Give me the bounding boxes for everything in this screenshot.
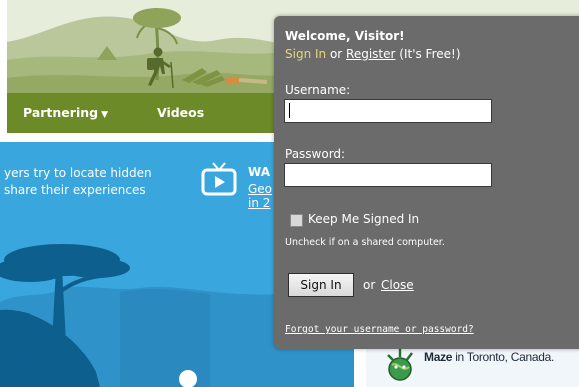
- hero-text-line: yers try to locate hidden: [4, 166, 152, 180]
- globe-mascot-icon: [387, 347, 413, 381]
- forgot-credentials-link[interactable]: Forgot your username or password?: [285, 324, 474, 335]
- nav-item-videos[interactable]: Videos: [157, 105, 204, 120]
- slider-dot[interactable]: [179, 370, 197, 387]
- nav-item-label: Partnering: [23, 105, 99, 120]
- shared-computer-note: Uncheck if on a shared computer.: [285, 237, 445, 248]
- hero-text-line: share their experiences: [4, 183, 146, 197]
- signin-register-line: Sign In or Register (It's Free!): [285, 47, 461, 61]
- keep-signed-in-checkbox[interactable]: [290, 214, 303, 227]
- maze-name: Maze: [424, 350, 453, 364]
- watch-link[interactable]: Geo in 2: [248, 182, 272, 210]
- watch-title: WA: [248, 165, 270, 179]
- tv-play-icon: [201, 162, 237, 196]
- or-text: or: [326, 47, 347, 61]
- welcome-heading: Welcome, Visitor!: [285, 29, 405, 43]
- hero-text: yers try to locate hidden share their ex…: [4, 165, 152, 199]
- password-input[interactable]: [284, 163, 492, 187]
- signin-button[interactable]: Sign In: [288, 273, 354, 297]
- maze-caption[interactable]: Maze in Toronto, Canada.: [424, 350, 554, 364]
- close-link[interactable]: Close: [381, 278, 414, 292]
- nav-item-label: Videos: [157, 105, 205, 120]
- username-input[interactable]: [284, 99, 492, 123]
- chevron-down-icon: ▼: [101, 110, 108, 120]
- keep-signed-in-label[interactable]: Keep Me Signed In: [308, 212, 419, 226]
- maze-location: in Toronto, Canada.: [452, 350, 555, 364]
- text-cursor: [289, 103, 290, 118]
- register-link[interactable]: Register: [346, 47, 395, 61]
- login-panel: Welcome, Visitor! Sign In or Register (I…: [274, 16, 579, 349]
- password-label: Password:: [285, 147, 346, 161]
- or-text: or: [363, 278, 376, 292]
- watch-link-line: Geo: [248, 182, 273, 196]
- nav-item-partnering[interactable]: Partnering ▼: [23, 105, 108, 120]
- watch-link-line: in 2: [248, 196, 271, 210]
- free-text: (It's Free!): [395, 47, 461, 61]
- signin-link[interactable]: Sign In: [285, 47, 326, 61]
- username-label: Username:: [285, 83, 351, 97]
